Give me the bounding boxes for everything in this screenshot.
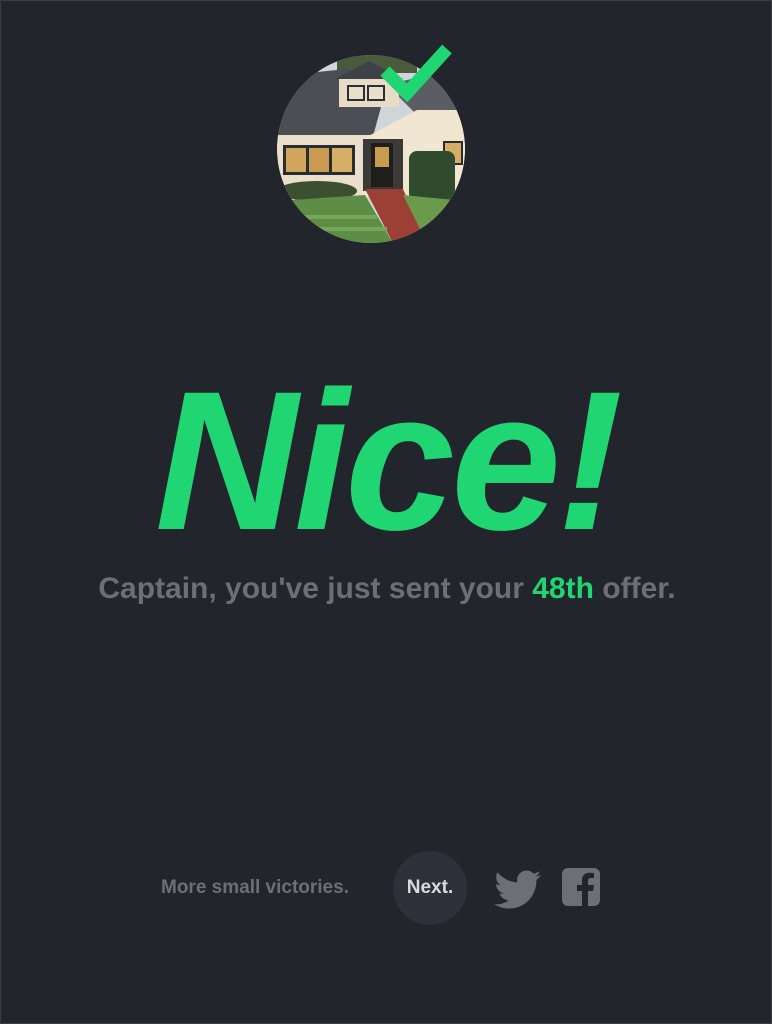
- twitter-icon[interactable]: [493, 869, 543, 909]
- headline: Nice!: [154, 350, 623, 571]
- message-prefix: Captain, you've just sent your: [98, 572, 533, 605]
- next-button[interactable]: Next.: [393, 851, 467, 925]
- footer-tagline: More small victories.: [161, 877, 349, 898]
- checkmark-icon: [380, 44, 452, 103]
- offer-count: 48th: [532, 572, 594, 605]
- app-frame: Nice! Captain, you've just sent your 48t…: [0, 0, 772, 1024]
- facebook-icon[interactable]: [562, 868, 600, 906]
- message-suffix: offer.: [593, 572, 676, 605]
- offer-message: Captain, you've just sent your 48th offe…: [97, 567, 677, 611]
